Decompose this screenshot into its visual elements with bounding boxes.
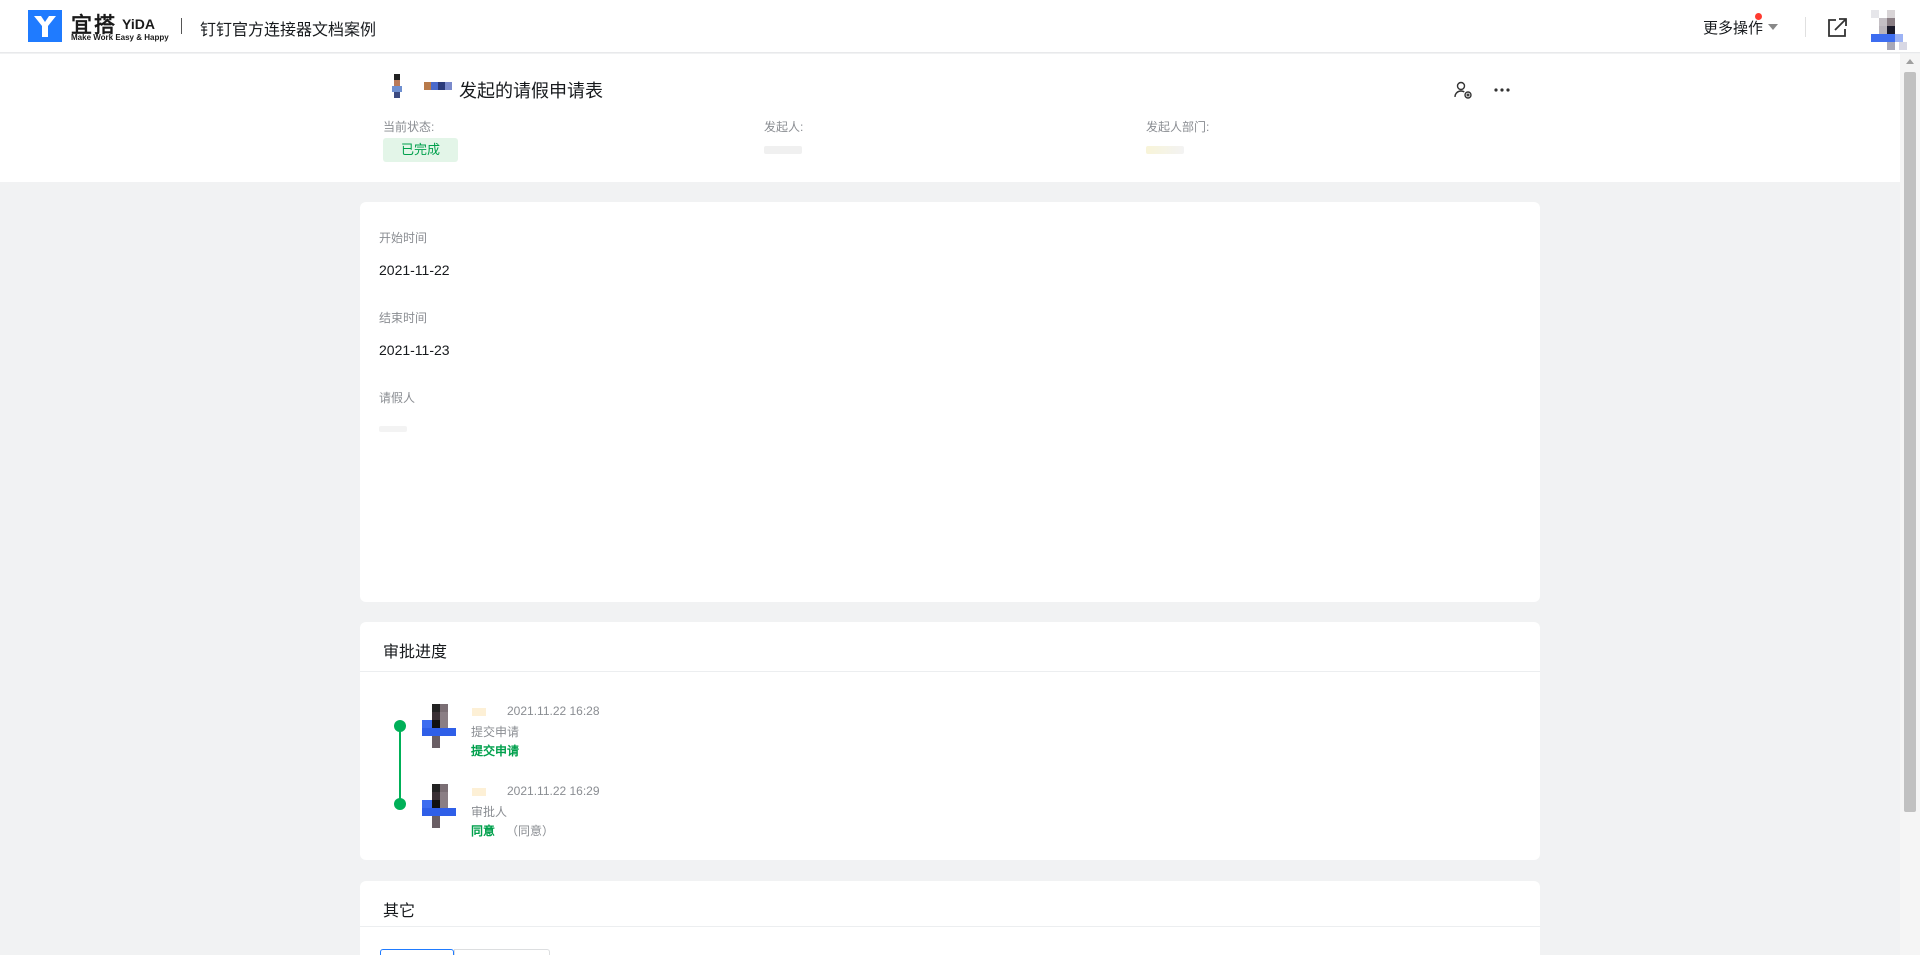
form-fields-card: 开始时间 2021-11-22 结束时间 2021-11-23 请假人	[360, 202, 1540, 602]
initiator-label: 发起人:	[764, 120, 804, 134]
approver-avatar	[422, 784, 456, 828]
form-header: 发起的请假申请表 当前状态: 已完成 发起人: 发起人部门:	[0, 54, 1900, 182]
status-label: 当前状态:	[383, 120, 435, 134]
brand-slogan: Make Work Easy & Happy	[71, 33, 169, 42]
other-title: 其它	[383, 903, 416, 920]
tab-inactive[interactable]	[454, 949, 550, 955]
more-actions-button[interactable]: 更多操作	[1703, 17, 1763, 38]
step-node-name: 审批人	[471, 805, 508, 819]
card-divider	[360, 671, 1540, 672]
app-name[interactable]: 钉钉官方连接器文档案例	[200, 16, 376, 40]
step-time: 2021.11.22 16:29	[507, 784, 600, 798]
timeline-line	[399, 726, 401, 804]
leave-person-value-blur	[379, 426, 407, 432]
notification-dot	[1755, 13, 1762, 20]
start-time-label: 开始时间	[379, 231, 428, 245]
yida-logo-icon[interactable]	[28, 10, 62, 42]
approver-avatar	[422, 704, 456, 748]
step-action: 提交申请	[471, 744, 520, 758]
vertical-scrollbar[interactable]	[1900, 54, 1920, 955]
external-link-icon[interactable]	[1825, 16, 1849, 40]
add-user-icon[interactable]	[1453, 80, 1473, 100]
leave-person-label: 请假人	[379, 391, 416, 405]
scroll-up-arrow-icon[interactable]	[1906, 59, 1914, 64]
end-time-value: 2021-11-23	[379, 342, 450, 358]
top-bar: 宜搭 YiDA Make Work Easy & Happy 钉钉官方连接器文档…	[0, 0, 1920, 53]
department-value-blur	[1146, 146, 1184, 154]
chevron-down-icon[interactable]	[1768, 24, 1778, 30]
step-action: 同意	[471, 824, 496, 838]
approval-progress-card: 审批进度 2021.11.22 16:28 提交申请 提交申请 2021.11.…	[360, 622, 1540, 860]
end-time-label: 结束时间	[379, 311, 428, 325]
department-label: 发起人部门:	[1146, 120, 1210, 134]
step-comment: （同意）	[506, 824, 555, 838]
brand-divider	[181, 18, 182, 34]
start-time-value: 2021-11-22	[379, 262, 450, 278]
approver-name-blur	[472, 708, 486, 716]
topbar-divider	[1805, 17, 1806, 37]
approval-title: 审批进度	[383, 644, 448, 661]
card-divider	[360, 926, 1540, 927]
timeline-dot	[394, 798, 406, 810]
status-badge: 已完成	[383, 138, 458, 162]
step-node-name: 提交申请	[471, 725, 520, 739]
scroll-thumb[interactable]	[1904, 72, 1916, 812]
approver-name-blur	[472, 788, 486, 796]
initiator-value-blur	[764, 146, 802, 154]
page-title: 发起的请假申请表	[459, 81, 603, 101]
initiator-avatar	[392, 74, 402, 98]
step-time: 2021.11.22 16:28	[507, 704, 600, 718]
more-icon[interactable]	[1490, 82, 1514, 98]
other-card: 其它	[360, 881, 1540, 955]
brand-name-en: YiDA	[122, 16, 155, 32]
user-avatar[interactable]	[1871, 10, 1907, 50]
tab-active[interactable]	[380, 949, 454, 955]
initiator-name-blur	[424, 82, 452, 90]
